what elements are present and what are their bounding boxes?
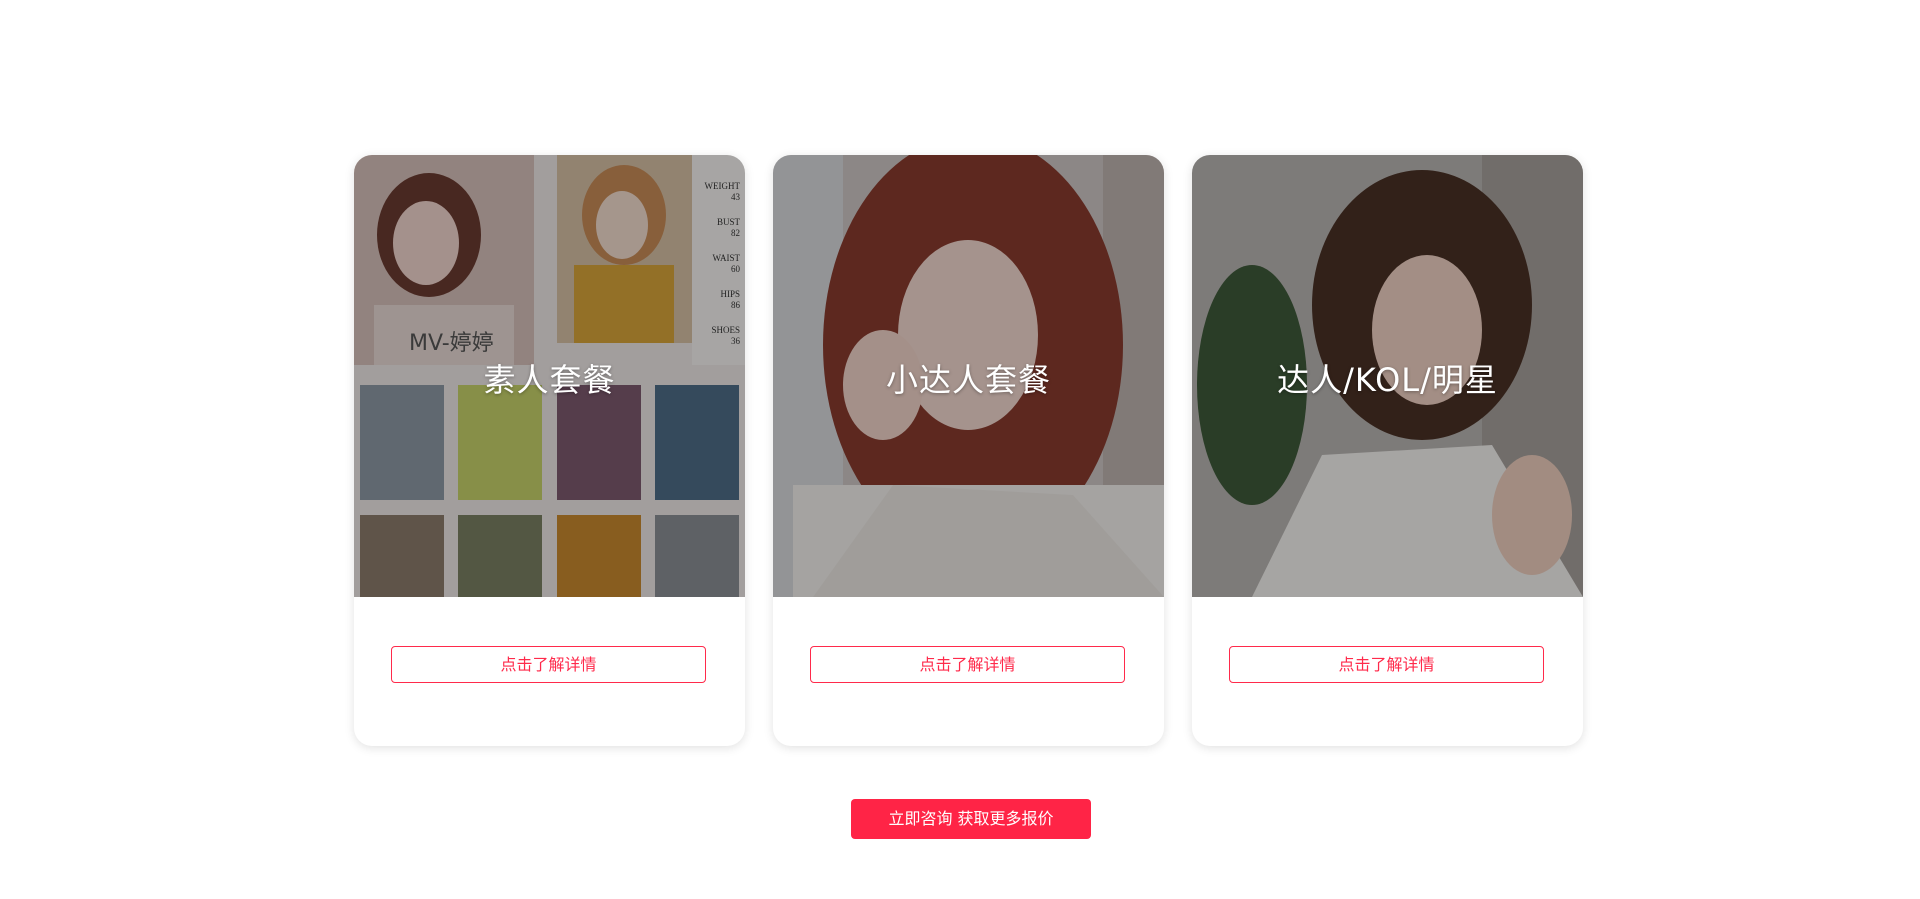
learn-more-button[interactable]: 点击了解详情 [810, 646, 1125, 683]
package-photo-kol: 达人/KOL/明星 [1192, 155, 1583, 597]
learn-more-button[interactable]: 点击了解详情 [1229, 646, 1544, 683]
consult-now-button[interactable]: 立即咨询 获取更多报价 [851, 799, 1091, 839]
package-title: 小达人套餐 [885, 361, 1051, 399]
learn-more-button[interactable]: 点击了解详情 [391, 646, 706, 683]
package-section: WEIGHT 43 BUST 82 WAIST 60 HIPS 86 SHOES… [0, 0, 1920, 899]
package-cards: WEIGHT 43 BUST 82 WAIST 60 HIPS 86 SHOES… [354, 155, 1583, 746]
package-card-kol[interactable]: 达人/KOL/明星 点击了解详情 [1192, 155, 1583, 746]
package-title: 达人/KOL/明星 [1277, 361, 1498, 399]
package-photo-small-influencer: 小达人套餐 [773, 155, 1164, 597]
package-photo-basic: WEIGHT 43 BUST 82 WAIST 60 HIPS 86 SHOES… [354, 155, 745, 597]
package-card-basic[interactable]: WEIGHT 43 BUST 82 WAIST 60 HIPS 86 SHOES… [354, 155, 745, 746]
package-card-small-influencer[interactable]: 小达人套餐 点击了解详情 [773, 155, 1164, 746]
package-title: 素人套餐 [483, 361, 616, 399]
photo-watermark: MV-婷婷 [409, 331, 494, 356]
